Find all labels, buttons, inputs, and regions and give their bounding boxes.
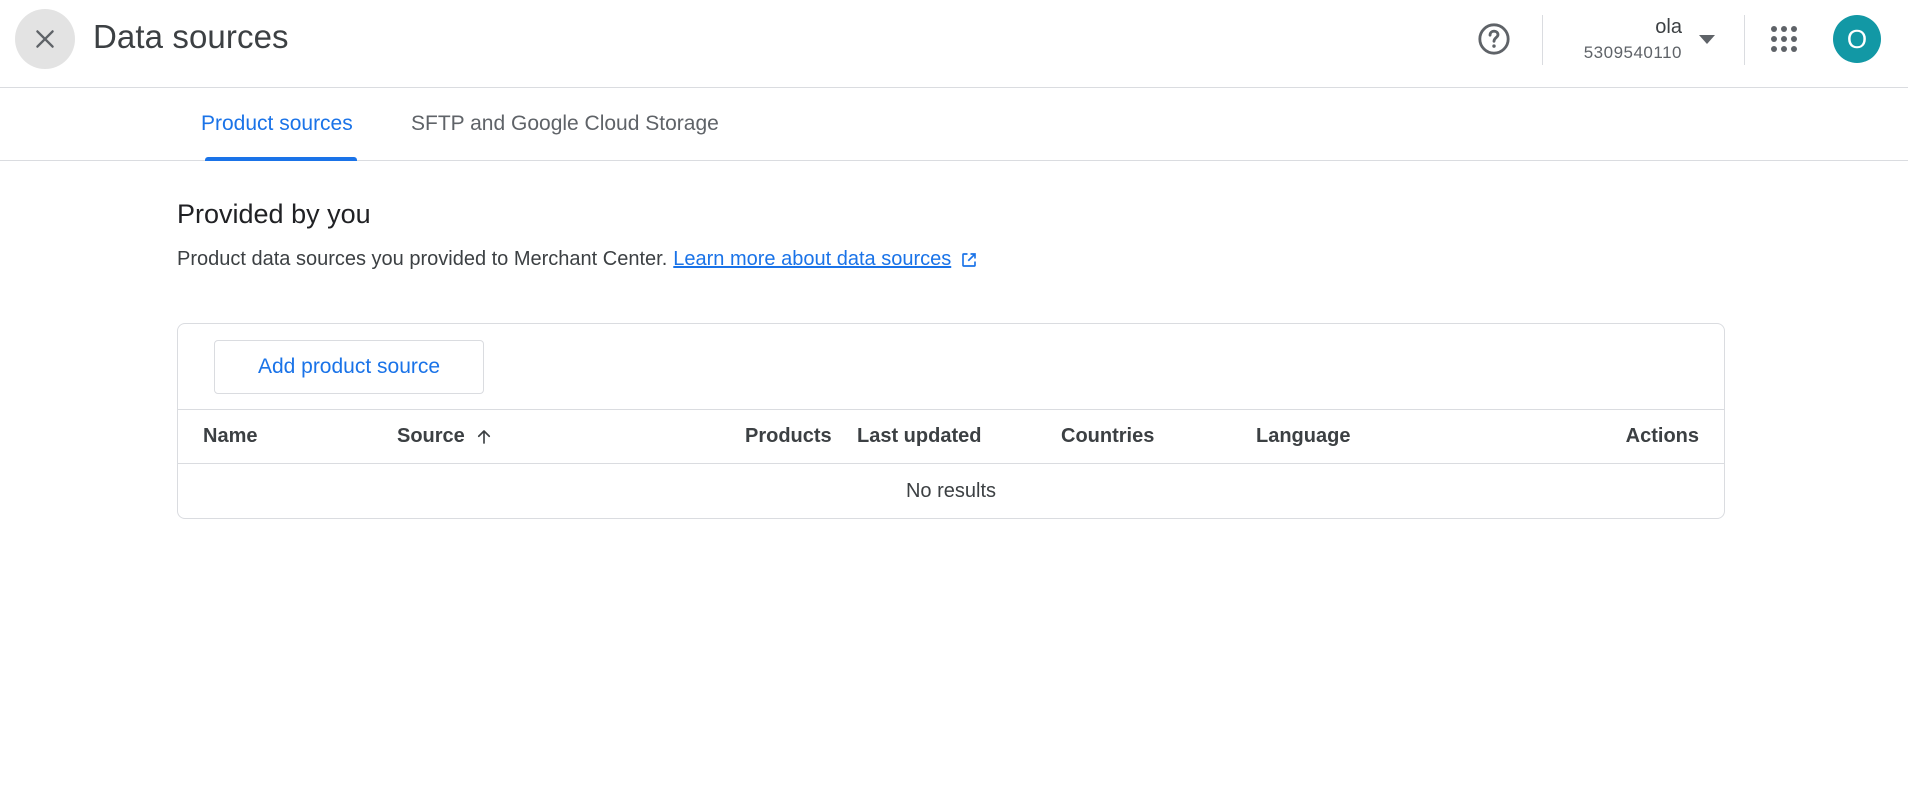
column-header-last-updated[interactable]: Last updated [857, 410, 981, 463]
column-header-source[interactable]: Source [397, 410, 493, 463]
tab-product-sources[interactable]: Product sources [201, 88, 357, 161]
tab-label: SFTP and Google Cloud Storage [411, 112, 719, 135]
learn-more-link[interactable]: Learn more about data sources [673, 248, 951, 271]
tab-label: Product sources [201, 112, 353, 135]
description-text: Product data sources you provided to Mer… [177, 248, 668, 270]
apps-grid-icon [1771, 26, 1797, 52]
header-divider [1744, 15, 1745, 65]
product-sources-table-card: Add product source Name Source Products … [177, 323, 1725, 519]
close-button[interactable] [15, 9, 75, 69]
tab-bar: Product sources SFTP and Google Cloud St… [0, 88, 1908, 161]
page-title: Data sources [93, 18, 289, 55]
account-name: ola [1655, 16, 1682, 38]
top-app-bar: Data sources ola 5309540110 O [0, 0, 1908, 88]
add-product-source-button[interactable]: Add product source [214, 340, 484, 394]
help-icon [1478, 23, 1510, 55]
table-header: Name Source Products Last updated Countr… [178, 409, 1724, 464]
sort-ascending-icon [475, 428, 493, 446]
help-button[interactable] [1476, 21, 1512, 57]
external-link-icon[interactable] [960, 251, 978, 269]
column-header-actions: Actions [1625, 425, 1699, 447]
column-header-language[interactable]: Language [1256, 410, 1350, 463]
caret-down-icon [1699, 35, 1715, 44]
column-header-label: Source [397, 425, 465, 447]
close-icon [36, 30, 54, 48]
section-description: Product data sources you provided to Mer… [177, 248, 978, 271]
apps-button[interactable] [1766, 21, 1802, 57]
avatar[interactable]: O [1833, 15, 1881, 63]
account-switcher[interactable]: ola 5309540110 [1560, 12, 1720, 68]
active-tab-indicator [205, 157, 357, 161]
column-header-name[interactable]: Name [203, 410, 257, 463]
column-header-countries[interactable]: Countries [1061, 410, 1154, 463]
column-header-products[interactable]: Products [745, 410, 832, 463]
header-divider [1542, 15, 1543, 65]
section-title: Provided by you [177, 199, 371, 229]
tab-sftp-cloud-storage[interactable]: SFTP and Google Cloud Storage [411, 88, 719, 160]
empty-state-row: No results [905, 479, 997, 502]
account-id: 5309540110 [1583, 43, 1682, 62]
